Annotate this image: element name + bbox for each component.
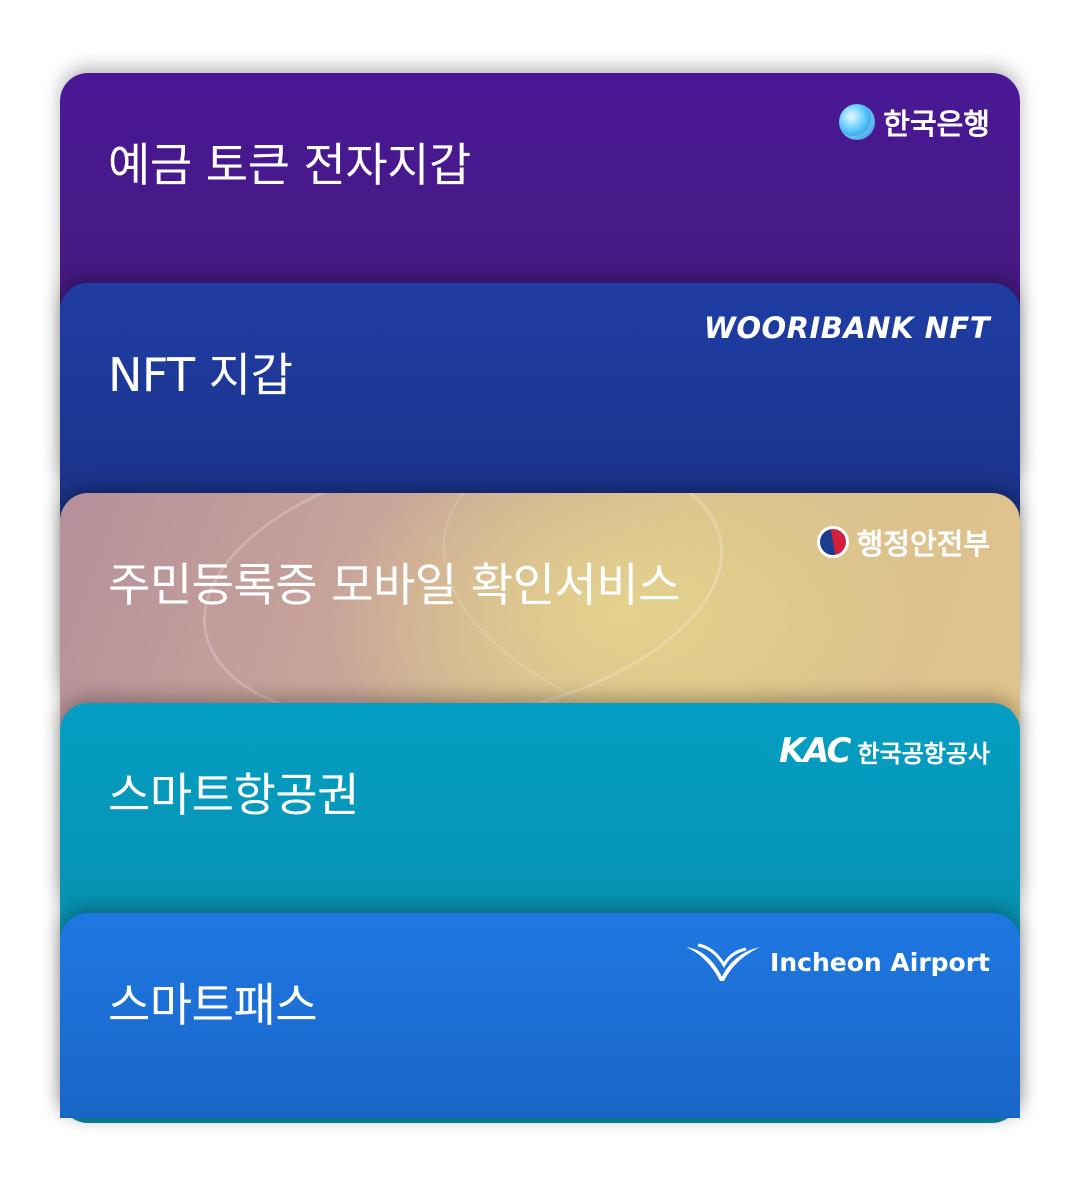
- card-smart-pass[interactable]: 스마트패스 Incheon Airport: [60, 913, 1020, 1118]
- card-logo-wooribank-nft: WOORIBANK NFT: [704, 311, 990, 345]
- wallet-card-stack: 예금 토큰 전자지갑 한국은행 NFT 지갑 WOORIBANK NFT 주민등…: [0, 0, 1080, 1179]
- card-logo-text: Incheon Airport: [770, 947, 990, 977]
- card-logo-incheon-airport: Incheon Airport: [684, 941, 990, 983]
- card-title: 스마트패스: [108, 978, 318, 1032]
- bank-of-korea-logo-icon: [839, 104, 876, 140]
- incheon-airport-logo-icon: [686, 943, 761, 981]
- card-logo-text: 한국공항공사: [857, 739, 990, 768]
- card-logo-kac: KAC 한국공항공사: [779, 731, 990, 771]
- card-title: NFT 지갑: [108, 348, 293, 402]
- card-title: 스마트항공권: [108, 768, 359, 822]
- card-logo-text: WOORIBANK NFT: [703, 311, 990, 345]
- card-logo-ministry-interior: 행정안전부: [816, 521, 990, 563]
- kac-logo-mark: KAC: [778, 731, 852, 771]
- card-logo-bank-of-korea: 한국은행: [839, 101, 990, 143]
- card-logo-text: 한국은행: [883, 107, 990, 141]
- korea-government-emblem-icon: [816, 526, 849, 558]
- card-title: 주민등록증 모바일 확인서비스: [108, 558, 680, 612]
- card-logo-text: 행정안전부: [856, 527, 990, 561]
- card-title: 예금 토큰 전자지갑: [108, 138, 471, 192]
